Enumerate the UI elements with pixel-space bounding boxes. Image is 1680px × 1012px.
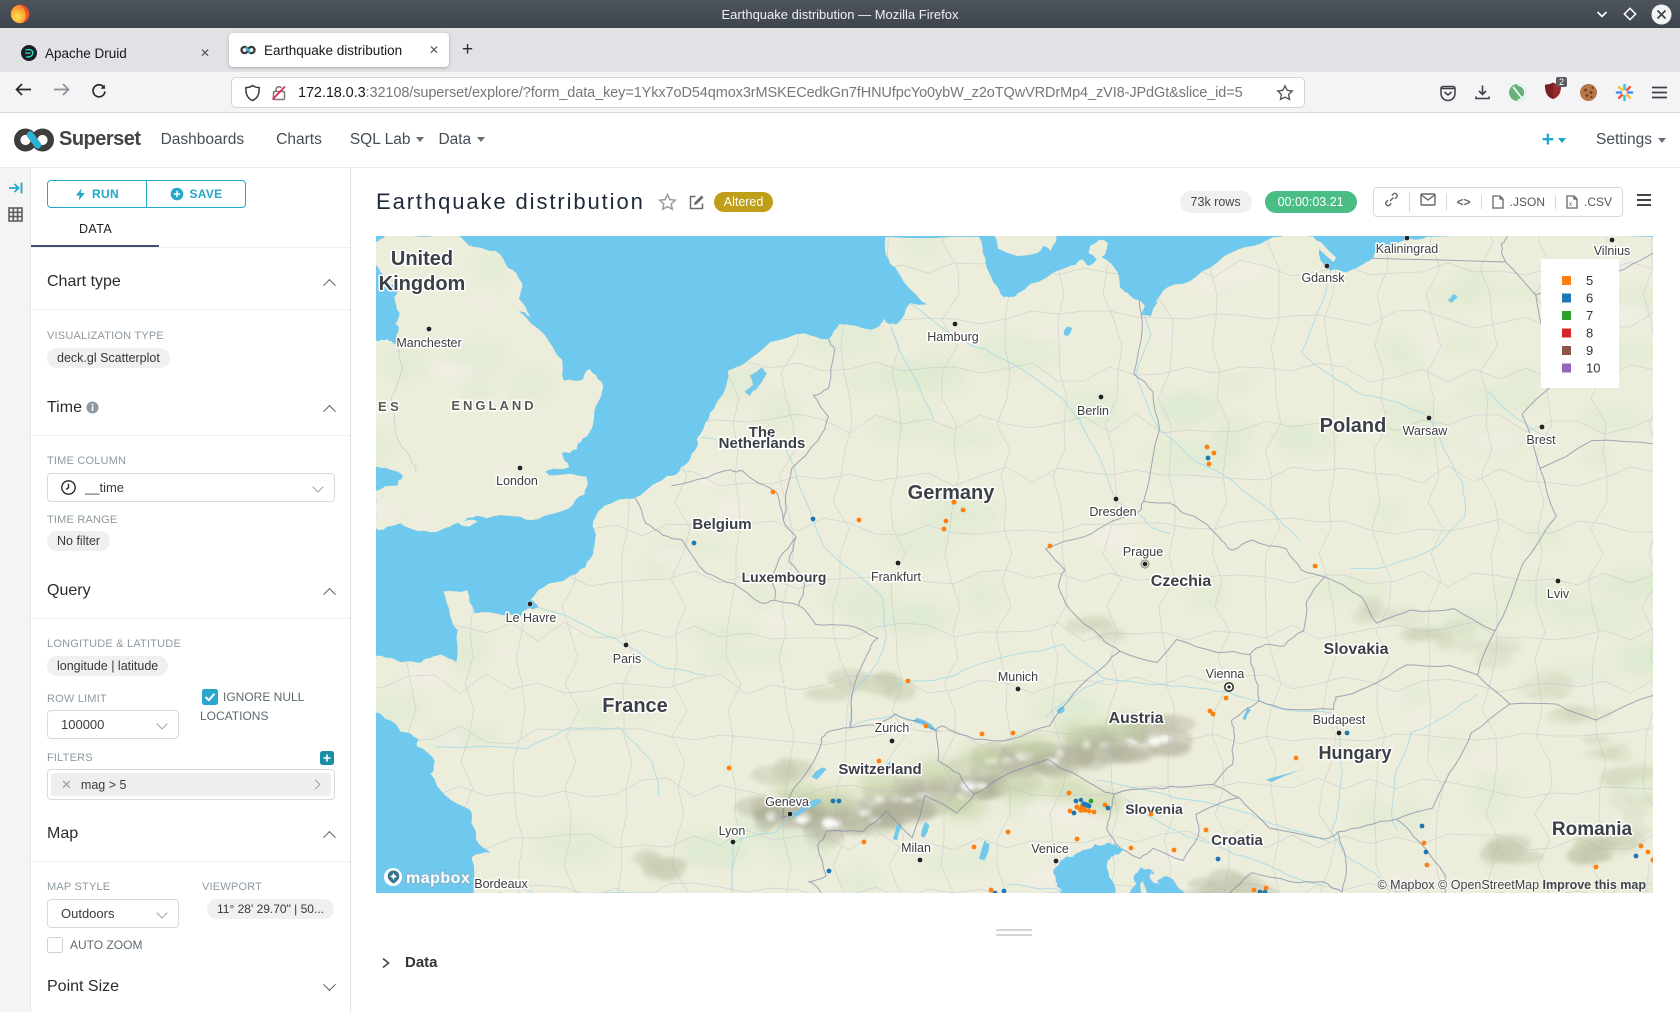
svg-text:x: x xyxy=(1569,202,1572,208)
svg-text:Le Havre: Le Havre xyxy=(506,611,557,625)
svg-text:ENGLAND: ENGLAND xyxy=(451,398,536,413)
svg-text:United: United xyxy=(391,248,453,270)
svg-text:Gdansk: Gdansk xyxy=(1301,271,1345,285)
svg-text:Vienna: Vienna xyxy=(1206,667,1245,681)
svg-text:Prague: Prague xyxy=(1123,545,1163,559)
svg-text:Austria: Austria xyxy=(1108,710,1163,727)
svg-text:Lyon: Lyon xyxy=(719,824,746,838)
svg-text:Venice: Venice xyxy=(1031,842,1069,856)
svg-text:Manchester: Manchester xyxy=(396,336,461,350)
svg-text:Germany: Germany xyxy=(908,482,996,504)
svg-text:Kingdom: Kingdom xyxy=(379,273,466,295)
svg-text:Slovakia: Slovakia xyxy=(1324,641,1389,658)
svg-text:6: 6 xyxy=(1586,291,1593,306)
svg-text:Zurich: Zurich xyxy=(875,721,910,735)
svg-text:Brest: Brest xyxy=(1526,433,1556,447)
svg-text:Romania: Romania xyxy=(1552,819,1633,840)
svg-text:Croatia: Croatia xyxy=(1211,832,1263,849)
svg-text:Lviv: Lviv xyxy=(1547,587,1570,601)
svg-text:Belgium: Belgium xyxy=(692,516,751,533)
svg-text:9: 9 xyxy=(1586,343,1593,358)
svg-text:Poland: Poland xyxy=(1320,415,1387,437)
svg-text:© Mapbox © OpenStreetMap Impro: © Mapbox © OpenStreetMap Improve this ma… xyxy=(1377,878,1646,892)
svg-text:Berlin: Berlin xyxy=(1077,404,1109,418)
svg-text:mapbox: mapbox xyxy=(406,870,470,887)
svg-text:Hungary: Hungary xyxy=(1318,743,1391,763)
svg-text:London: London xyxy=(496,474,538,488)
svg-text:Slovenia: Slovenia xyxy=(1125,801,1183,817)
svg-text:Luxembourg: Luxembourg xyxy=(742,569,827,585)
svg-text:France: France xyxy=(602,695,668,717)
svg-text:7: 7 xyxy=(1586,308,1593,323)
svg-text:ES: ES xyxy=(378,399,402,414)
svg-text:Dresden: Dresden xyxy=(1089,505,1136,519)
svg-text:Kaliningrad: Kaliningrad xyxy=(1376,242,1439,256)
svg-text:Netherlands: Netherlands xyxy=(719,435,806,452)
svg-text:8: 8 xyxy=(1586,326,1593,341)
svg-text:Frankfurt: Frankfurt xyxy=(871,570,922,584)
svg-text:Paris: Paris xyxy=(613,652,641,666)
svg-text:Bordeaux: Bordeaux xyxy=(474,877,528,891)
svg-text:Vilnius: Vilnius xyxy=(1594,244,1631,258)
svg-text:Budapest: Budapest xyxy=(1313,713,1366,727)
svg-text:10: 10 xyxy=(1586,361,1600,376)
svg-text:Warsaw: Warsaw xyxy=(1403,424,1449,438)
svg-text:Munich: Munich xyxy=(998,670,1038,684)
svg-text:Switzerland: Switzerland xyxy=(838,761,921,778)
svg-text:Czechia: Czechia xyxy=(1151,573,1212,590)
svg-text:5: 5 xyxy=(1586,273,1593,288)
svg-text:Hamburg: Hamburg xyxy=(927,330,978,344)
svg-text:Milan: Milan xyxy=(901,841,931,855)
svg-text:Geneva: Geneva xyxy=(765,795,809,809)
